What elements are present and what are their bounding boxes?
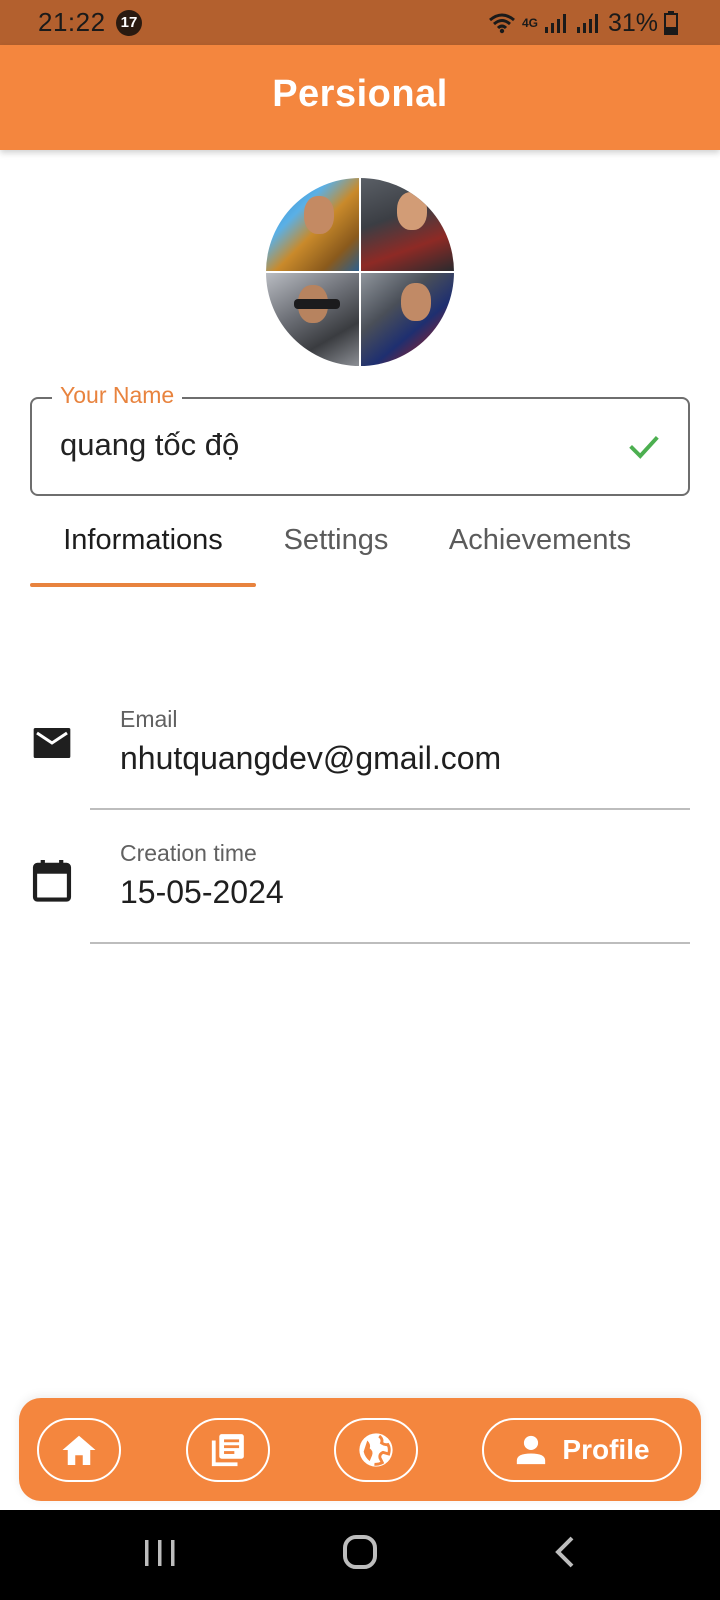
- creation-time-label: Creation time: [120, 840, 257, 866]
- name-field[interactable]: Your Name quang tốc độ: [30, 382, 690, 496]
- globe-icon: [359, 1433, 393, 1467]
- home-icon: [62, 1435, 96, 1465]
- tab-informations[interactable]: Informations: [30, 524, 256, 588]
- page-title: Persional: [272, 73, 448, 115]
- creation-time-value: 15-05-2024: [120, 874, 284, 910]
- signal-icon-2: [576, 14, 598, 33]
- divider: [90, 942, 690, 944]
- nav-home-button[interactable]: [37, 1418, 121, 1482]
- avatar-quadrant-3: [266, 273, 359, 366]
- name-field-value[interactable]: quang tốc độ: [60, 427, 239, 463]
- info-creation-time: Creation time 15-05-2024: [0, 810, 720, 944]
- battery-icon: [664, 11, 678, 35]
- system-nav-bar: [0, 1510, 720, 1600]
- nav-profile-button[interactable]: Profile: [482, 1418, 682, 1482]
- calendar-icon: [32, 860, 72, 902]
- avatar-quadrant-4: [361, 273, 454, 366]
- status-bar: 21:22 17 4G 31%: [0, 0, 720, 45]
- check-icon: [629, 435, 659, 459]
- avatar-quadrant-1: [266, 178, 359, 271]
- email-label: Email: [120, 706, 178, 732]
- back-icon[interactable]: [550, 1532, 580, 1572]
- battery-percent: 31%: [607, 8, 658, 37]
- news-icon: [211, 1434, 244, 1467]
- avatar[interactable]: [266, 178, 454, 366]
- tab-settings[interactable]: Settings: [276, 524, 396, 588]
- nav-globe-button[interactable]: [334, 1418, 418, 1482]
- tab-bar: Informations Settings Achievements: [30, 510, 690, 588]
- bottom-nav: Profile: [19, 1398, 701, 1501]
- recents-icon[interactable]: [142, 1532, 178, 1572]
- name-field-label: Your Name: [52, 382, 183, 409]
- home-circle-icon[interactable]: [341, 1532, 381, 1572]
- signal-icon: [544, 14, 566, 33]
- wifi-icon: [488, 13, 515, 34]
- email-value: nhutquangdev@gmail.com: [120, 740, 502, 776]
- nav-profile-label: Profile: [562, 1434, 650, 1465]
- tab-indicator: [30, 583, 256, 587]
- person-icon: [517, 1435, 546, 1465]
- status-time: 21:22: [38, 7, 106, 37]
- avatar-quadrant-2: [361, 178, 454, 271]
- app-bar: Persional: [0, 45, 720, 150]
- tab-achievements[interactable]: Achievements: [440, 524, 640, 588]
- network-type-label: 4G: [521, 16, 538, 30]
- status-icons: 4G 31%: [488, 6, 678, 40]
- mail-icon: [33, 728, 71, 758]
- nav-news-button[interactable]: [186, 1418, 270, 1482]
- notification-count-badge: 17: [116, 10, 142, 36]
- info-email: Email nhutquangdev@gmail.com: [0, 676, 720, 810]
